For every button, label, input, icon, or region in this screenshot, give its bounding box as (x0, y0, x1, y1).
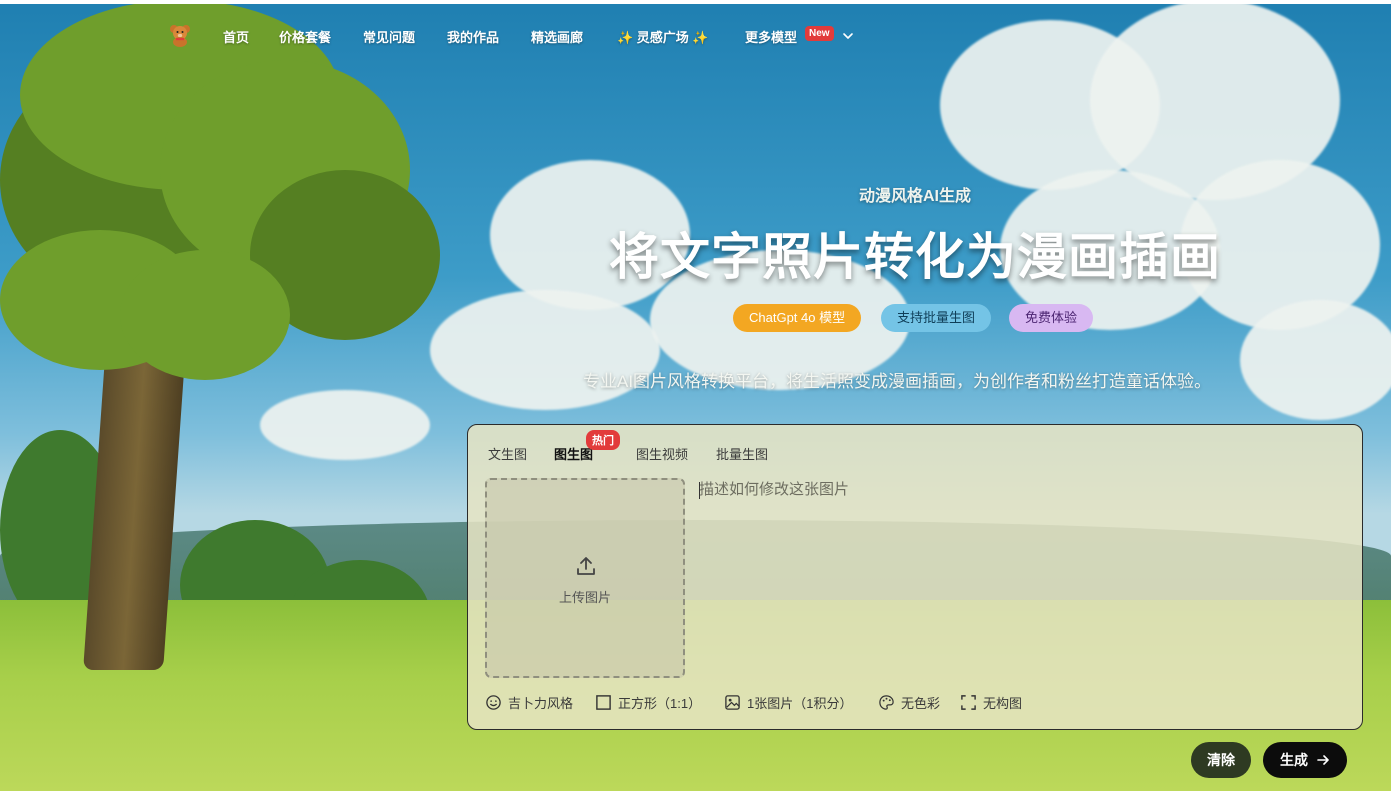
tab-text-to-image[interactable]: 文生图 (488, 444, 527, 463)
hero-description: 专业AI图片风格转换平台，将生活照变成漫画插画，为创作者和粉丝打造童话体验。 (583, 372, 1212, 391)
cloud (260, 390, 430, 460)
new-badge: New (805, 26, 834, 41)
tab-batch-generate[interactable]: 批量生图 (716, 444, 768, 463)
hero-kicker: 动漫风格AI生成 (858, 188, 971, 205)
text-caret (699, 482, 700, 499)
aspect-ratio-label: 正方形（1:1） (618, 696, 702, 711)
pill-model: ChatGpt 4o 模型 (733, 304, 862, 332)
image-count-option[interactable]: 1张图片（1积分） (724, 693, 852, 712)
nav-item-more-models[interactable]: 更多模型 (745, 27, 797, 46)
palette-icon (879, 695, 894, 710)
aspect-ratio-option[interactable]: 正方形（1:1） (595, 693, 701, 712)
teddy-bear-icon[interactable] (168, 23, 192, 47)
style-option[interactable]: 吉卜力风格 (485, 693, 573, 712)
generate-button-label: 生成 (1280, 752, 1308, 768)
generator-panel: 文生图 图生图 热门 图生视频 批量生图 上传图片 吉卜力风格 正方形（1:1）… (467, 424, 1363, 730)
image-icon (725, 695, 740, 710)
nav-item-gallery[interactable]: 精选画廊 (531, 27, 583, 46)
frame-corners-icon (961, 695, 976, 710)
color-option-label: 无色彩 (901, 696, 941, 711)
upload-dropzone[interactable]: 上传图片 (485, 478, 685, 678)
style-option-label: 吉卜力风格 (508, 696, 574, 711)
clear-button-label: 清除 (1207, 752, 1235, 768)
composition-option[interactable]: 无构图 (960, 693, 1022, 712)
nav-item-my-works[interactable]: 我的作品 (447, 27, 499, 46)
upload-label: 上传图片 (558, 590, 611, 605)
prompt-input[interactable] (699, 478, 1339, 668)
tab-image-to-video[interactable]: 图生视频 (636, 444, 688, 463)
upload-icon (574, 554, 598, 578)
color-option[interactable]: 无色彩 (878, 693, 940, 712)
nav-item-faq[interactable]: 常见问题 (363, 27, 415, 46)
square-icon (596, 695, 611, 710)
nav-item-home[interactable]: 首页 (223, 27, 249, 46)
cloud (1240, 300, 1391, 420)
nav-item-inspiration[interactable]: ✨ 灵感广场 ✨ (617, 27, 709, 46)
top-nav: 首页 价格套餐 常见问题 我的作品 精选画廊 ✨ 灵感广场 ✨ 更多模型 New (0, 0, 1391, 72)
hot-badge: 热门 (586, 430, 620, 450)
pill-batch: 支持批量生图 (881, 304, 992, 332)
hero-headline: 将文字照片转化为漫画插画 (609, 229, 1221, 285)
nav-item-pricing[interactable]: 价格套餐 (279, 27, 331, 46)
composition-option-label: 无构图 (983, 696, 1023, 711)
clear-button[interactable]: 清除 (1191, 742, 1251, 778)
chevron-down-icon[interactable] (842, 29, 854, 41)
image-count-label: 1张图片（1积分） (747, 696, 853, 711)
pill-free-trial: 免费体验 (1009, 304, 1094, 332)
smile-icon (486, 695, 501, 710)
arrow-right-icon (1317, 755, 1329, 765)
generate-button[interactable]: 生成 (1263, 742, 1347, 778)
cloud (430, 290, 660, 410)
